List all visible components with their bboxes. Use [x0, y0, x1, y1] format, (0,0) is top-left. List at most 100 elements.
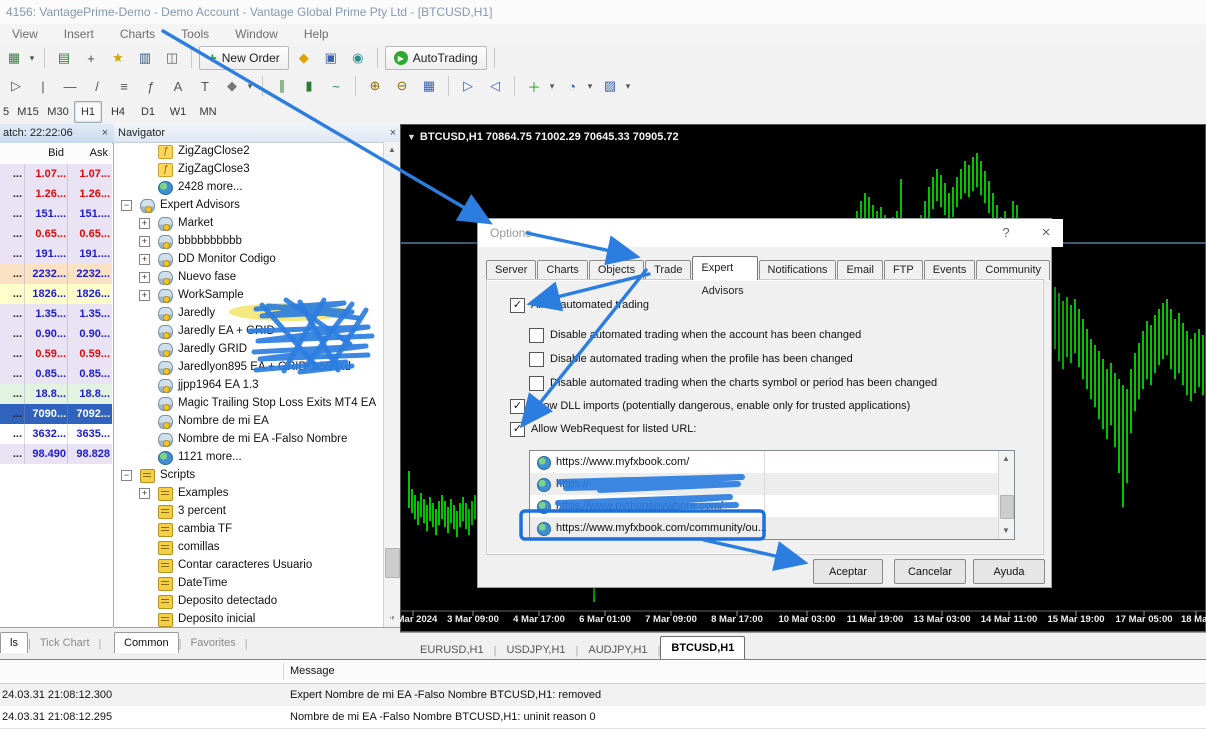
menu-item-tools[interactable]: Tools: [181, 27, 209, 41]
dialog-tab-server[interactable]: Server: [486, 260, 536, 280]
url-row[interactable]: https://www.myfxbook.com/: [530, 451, 999, 473]
aceptar-button[interactable]: Aceptar: [813, 559, 883, 584]
tree-item[interactable]: +Examples: [114, 484, 383, 502]
chart-tab-eurusd-h1[interactable]: EURUSD,H1: [410, 640, 494, 660]
expand-icon[interactable]: +: [139, 218, 150, 229]
market-watch-row[interactable]: ...151....151....: [0, 204, 112, 224]
market-watch-row[interactable]: ...1.26...1.26...: [0, 184, 112, 204]
dialog-tab-events[interactable]: Events: [924, 260, 976, 280]
tree-item[interactable]: Magic Trailing Stop Loss Exits MT4 EA: [114, 394, 383, 412]
tree-item[interactable]: Nombre de mi EA: [114, 412, 383, 430]
profiles-icon[interactable]: ★: [106, 46, 130, 70]
chart-dropdown-arrow[interactable]: ▾: [27, 46, 37, 70]
chart-tab-btcusd-h1[interactable]: BTCUSD,H1: [660, 636, 745, 660]
collapse-icon[interactable]: −: [121, 470, 132, 481]
market-watch-row[interactable]: ...1.07...1.07...: [0, 164, 112, 184]
templates-icon[interactable]: ▨: [598, 74, 622, 98]
timeframe-button-m15[interactable]: M15: [14, 101, 42, 123]
cursor-icon[interactable]: ▷: [4, 74, 28, 98]
tree-item[interactable]: +bbbbbbbbbb: [114, 232, 383, 250]
trendline-icon[interactable]: /: [85, 74, 109, 98]
templates-dropdown-arrow[interactable]: ▾: [623, 74, 633, 98]
bar-chart-icon[interactable]: ∥: [270, 74, 294, 98]
timeframe-button-d1[interactable]: D1: [134, 101, 162, 123]
market-watch-row[interactable]: ...18.8...18.8...: [0, 384, 112, 404]
scrollbar-thumb[interactable]: [385, 548, 400, 578]
candle-chart-icon[interactable]: ▮: [297, 74, 321, 98]
tree-item[interactable]: Jaredlyon895 EA + GRID 1.55 fxd: [114, 358, 383, 376]
menu-item-window[interactable]: Window: [235, 27, 278, 41]
url-row[interactable]: https://www.myfxbook.com/community/ou...: [530, 517, 999, 539]
tree-item[interactable]: Jaredly GRID: [114, 340, 383, 358]
zoom-out-icon[interactable]: ⊖: [390, 74, 414, 98]
market-watch-row[interactable]: ...98.49098.828: [0, 444, 112, 464]
timeframe-button-m30[interactable]: M30: [44, 101, 72, 123]
dialog-tab-objects[interactable]: Objects: [589, 260, 644, 280]
tree-item[interactable]: Nombre de mi EA -Falso Nombre: [114, 430, 383, 448]
dialog-tab-trade[interactable]: Trade: [645, 260, 691, 280]
tree-item[interactable]: Deposito detectado: [114, 592, 383, 610]
chart-shift-icon[interactable]: ◁: [483, 74, 507, 98]
tree-item[interactable]: 1121 more...: [114, 448, 383, 466]
timeframe-button-mn[interactable]: MN: [194, 101, 222, 123]
tree-item[interactable]: jjpp1964 EA 1.3: [114, 376, 383, 394]
menu-item-insert[interactable]: Insert: [64, 27, 94, 41]
tree-item[interactable]: +Market: [114, 214, 383, 232]
channel-icon[interactable]: ≡: [112, 74, 136, 98]
tree-item[interactable]: +Nuevo fase: [114, 268, 383, 286]
tree-item[interactable]: +DD Monitor Codigo: [114, 250, 383, 268]
dialog-tab-expert-advisors[interactable]: Expert Advisors: [692, 256, 757, 280]
data-window-icon[interactable]: ▥: [133, 46, 157, 70]
url-row[interactable]: https://www.pythonanywhere.com/: [530, 495, 999, 517]
market-watch-row[interactable]: ...7090...7092...: [0, 404, 112, 424]
autotrading-button[interactable]: ▶AutoTrading: [385, 46, 487, 70]
close-icon[interactable]: ×: [1037, 225, 1055, 241]
tree-item[interactable]: ƒZigZagClose3: [114, 160, 383, 178]
dialog-tab-charts[interactable]: Charts: [537, 260, 587, 280]
market-watch-toggle-icon[interactable]: ▤: [52, 46, 76, 70]
nav-tab-favorites[interactable]: Favorites: [181, 633, 244, 653]
timeframe-button-h4[interactable]: H4: [104, 101, 132, 123]
market-watch-row[interactable]: ...3632...3635...: [0, 424, 112, 444]
strategy-tester-icon[interactable]: ◆: [292, 46, 316, 70]
tree-item[interactable]: −Expert Advisors: [114, 196, 383, 214]
new-chart-icon[interactable]: ▦: [2, 46, 26, 70]
hline-icon[interactable]: —: [58, 74, 82, 98]
checked-checkbox[interactable]: ✓: [510, 298, 525, 313]
dialog-tab-community[interactable]: Community: [976, 260, 1050, 280]
market-watch-row[interactable]: ...0.85...0.85...: [0, 364, 112, 384]
terminal-icon[interactable]: ▣: [319, 46, 343, 70]
signals-icon[interactable]: ◉: [346, 46, 370, 70]
tree-item[interactable]: comillas: [114, 538, 383, 556]
indicators-add-icon[interactable]: ＋: [522, 74, 546, 98]
new-order-button[interactable]: +New Order: [199, 46, 289, 70]
dialog-titlebar[interactable]: Options ? ×: [478, 219, 1063, 247]
crosshair-tool-icon[interactable]: |: [31, 74, 55, 98]
unchecked-checkbox[interactable]: [529, 376, 544, 391]
message-column-header[interactable]: Message: [290, 660, 335, 683]
fibonacci-icon[interactable]: ƒ: [139, 74, 163, 98]
scroll-up-icon[interactable]: ▲: [384, 142, 400, 158]
checked-checkbox[interactable]: ✓: [510, 422, 525, 437]
tree-item[interactable]: ƒZigZagClose2: [114, 142, 383, 160]
expand-icon[interactable]: +: [139, 488, 150, 499]
text-label-icon[interactable]: T: [193, 74, 217, 98]
bid-column-header[interactable]: Bid: [24, 143, 64, 164]
unchecked-checkbox[interactable]: [529, 328, 544, 343]
expand-icon[interactable]: +: [139, 236, 150, 247]
zoom-in-icon[interactable]: ⊕: [363, 74, 387, 98]
periods-dropdown-arrow[interactable]: ▾: [585, 74, 595, 98]
indicators-dropdown-arrow[interactable]: ▾: [547, 74, 557, 98]
tree-item[interactable]: DateTime: [114, 574, 383, 592]
expand-icon[interactable]: +: [139, 272, 150, 283]
shapes-dropdown-arrow[interactable]: ▾: [245, 74, 255, 98]
scrollbar-thumb[interactable]: [1000, 495, 1014, 519]
checked-checkbox[interactable]: ✓: [510, 399, 525, 414]
menu-item-view[interactable]: View: [12, 27, 38, 41]
navigator-toggle-icon[interactable]: ◫: [160, 46, 184, 70]
url-list-scrollbar[interactable]: ▲ ▼: [998, 451, 1014, 539]
timeframe-button-w1[interactable]: W1: [164, 101, 192, 123]
market-watch-row[interactable]: ...0.65...0.65...: [0, 224, 112, 244]
shapes-icon[interactable]: ◆: [220, 74, 244, 98]
expand-icon[interactable]: +: [139, 254, 150, 265]
